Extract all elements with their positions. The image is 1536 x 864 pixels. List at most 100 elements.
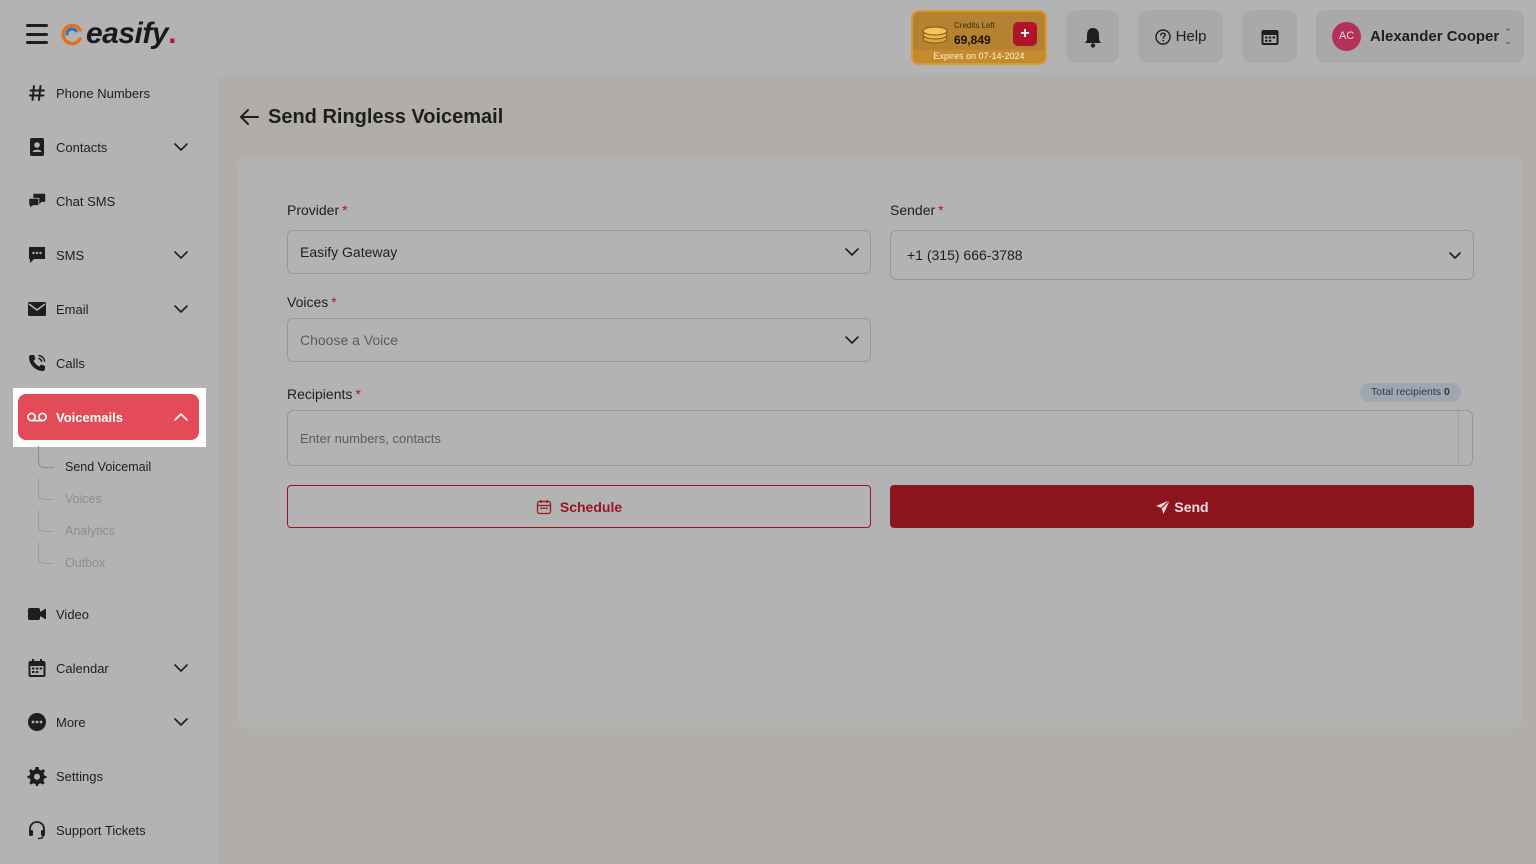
- contacts-icon: [27, 137, 47, 157]
- recipients-field: [287, 410, 1473, 466]
- send-icon: [1156, 499, 1171, 514]
- sidebar-item-label: Email: [56, 301, 89, 317]
- sidebar-item-sms[interactable]: SMS: [18, 232, 199, 278]
- provider-select[interactable]: Easify Gateway: [287, 230, 871, 274]
- sidebar-item-label: Support Tickets: [56, 822, 146, 838]
- required-marker: *: [342, 202, 348, 218]
- chevron-down-icon: [1449, 252, 1461, 259]
- sidebar-item-label: Settings: [56, 768, 103, 784]
- sidebar-item-label: SMS: [56, 247, 85, 263]
- sidebar-item-phone-numbers[interactable]: Phone Numbers: [18, 70, 199, 116]
- gear-icon: [27, 766, 47, 786]
- sidebar-item-label: Voicemails: [56, 409, 123, 425]
- sidebar-item-calls[interactable]: Calls: [18, 340, 199, 386]
- sidebar-item-support-tickets[interactable]: Support Tickets: [18, 807, 199, 853]
- menu-icon[interactable]: [26, 24, 48, 44]
- sidebar-item-label: Video: [56, 606, 90, 622]
- sidebar-item-voicemails[interactable]: Voicemails: [18, 394, 199, 440]
- sender-label-text: Sender: [890, 202, 936, 218]
- chevron-up-icon: [174, 413, 188, 421]
- send-button[interactable]: Send: [890, 485, 1474, 528]
- chevron-down-icon: [845, 248, 859, 256]
- sender-select[interactable]: +1 (315) 666-3788: [890, 230, 1474, 280]
- required-marker: *: [938, 202, 944, 218]
- back-arrow-icon[interactable]: [238, 106, 260, 128]
- user-menu-button[interactable]: AC Alexander Cooper ⌃ ⌄: [1316, 10, 1524, 63]
- provider-label-text: Provider: [287, 202, 340, 218]
- voices-label: Voices *: [287, 294, 337, 310]
- sidebar-item-label: Calls: [56, 355, 85, 371]
- main-content: Send Ringless Voicemail Provider * Easify…: [218, 76, 1536, 864]
- tree-connector: [38, 446, 54, 468]
- phone-icon: [27, 353, 47, 373]
- send-label: Send: [1174, 498, 1209, 515]
- sidebar-item-settings[interactable]: Settings: [18, 753, 199, 799]
- help-icon: [1154, 28, 1171, 45]
- credits-widget[interactable]: Credits Left 69,849 + Expires on 07-14-2…: [911, 10, 1047, 65]
- submenu-voices[interactable]: Voices: [38, 478, 198, 516]
- chevron-down-icon: [174, 718, 188, 726]
- notifications-button[interactable]: [1066, 10, 1119, 63]
- total-recipients-count: 0: [1444, 386, 1450, 398]
- calendar-shortcut-button[interactable]: [1242, 10, 1297, 63]
- avatar: AC: [1332, 22, 1361, 51]
- recipients-label: Recipients *: [287, 386, 361, 402]
- more-icon: [27, 712, 47, 732]
- recipients-input[interactable]: [288, 411, 1458, 465]
- recipients-scrollbar[interactable]: [1458, 411, 1472, 465]
- sidebar-item-more[interactable]: More: [18, 699, 199, 745]
- sidebar-item-video[interactable]: Video: [18, 591, 199, 637]
- help-button[interactable]: Help: [1138, 10, 1223, 63]
- logo-dot: .: [168, 17, 177, 50]
- submenu-label: Voices: [65, 492, 102, 506]
- submenu-analytics[interactable]: Analytics: [38, 510, 198, 548]
- submenu-label: Analytics: [65, 524, 116, 538]
- provider-label: Provider *: [287, 202, 348, 218]
- sidebar-item-chat-sms[interactable]: Chat SMS: [18, 178, 199, 224]
- chevron-down-icon: [174, 664, 188, 672]
- chevron-down-icon: [174, 251, 188, 259]
- credits-expiry: Expires on 07-14-2024: [913, 50, 1045, 63]
- tree-connector: [38, 478, 54, 500]
- voicemail-form-card: Provider * Easify Gateway Sender * +1 (315…: [238, 156, 1523, 729]
- schedule-label: Schedule: [559, 498, 623, 515]
- voices-label-text: Voices: [287, 294, 329, 310]
- chevron-down-icon: [845, 336, 859, 344]
- email-icon: [27, 299, 47, 319]
- sidebar-item-label: More: [56, 714, 86, 730]
- updown-caret-icon: ⌃ ⌄: [1504, 26, 1512, 46]
- page-title: Send Ringless Voicemail: [268, 105, 504, 128]
- credits-label: Credits Left: [954, 21, 995, 30]
- hash-icon: [27, 83, 47, 103]
- logo-text: easify: [86, 17, 169, 50]
- sidebar: Phone Numbers Contacts Chat SMS SMS Emai…: [0, 76, 218, 864]
- total-recipients-label: Total recipients: [1371, 386, 1442, 398]
- tree-connector: [38, 542, 54, 564]
- logo[interactable]: easify.: [60, 14, 176, 54]
- top-bar: easify. Credits Left 69,849 + Expires on…: [0, 0, 1536, 76]
- voices-placeholder: Choose a Voice: [300, 332, 399, 348]
- schedule-button[interactable]: Schedule: [287, 485, 871, 528]
- submenu-outbox[interactable]: Outbox: [38, 542, 198, 580]
- submenu-label: Outbox: [65, 556, 106, 570]
- sidebar-item-label: Phone Numbers: [56, 85, 150, 101]
- sidebar-item-label: Contacts: [56, 139, 108, 155]
- sidebar-item-email[interactable]: Email: [18, 286, 199, 332]
- tree-connector: [38, 510, 54, 532]
- video-icon: [27, 604, 47, 624]
- calendar-icon: [536, 499, 552, 514]
- voicemail-icon: [27, 407, 47, 427]
- chevron-down-icon: [174, 305, 188, 313]
- sidebar-item-contacts[interactable]: Contacts: [18, 124, 199, 170]
- chevron-down-icon: [174, 143, 188, 151]
- sender-value: +1 (315) 666-3788: [907, 247, 1023, 263]
- total-recipients-badge: Total recipients 0: [1360, 383, 1461, 402]
- sender-label: Sender *: [890, 202, 944, 218]
- submenu-send-voicemail[interactable]: Send Voicemail: [38, 446, 198, 484]
- add-credits-button[interactable]: +: [1013, 22, 1037, 46]
- voices-select[interactable]: Choose a Voice: [287, 318, 871, 362]
- credits-panel: Credits Left 69,849 +: [913, 12, 1045, 54]
- logo-mark-icon: [61, 23, 82, 46]
- sidebar-item-calendar[interactable]: Calendar: [18, 645, 199, 691]
- provider-value: Easify Gateway: [300, 244, 398, 260]
